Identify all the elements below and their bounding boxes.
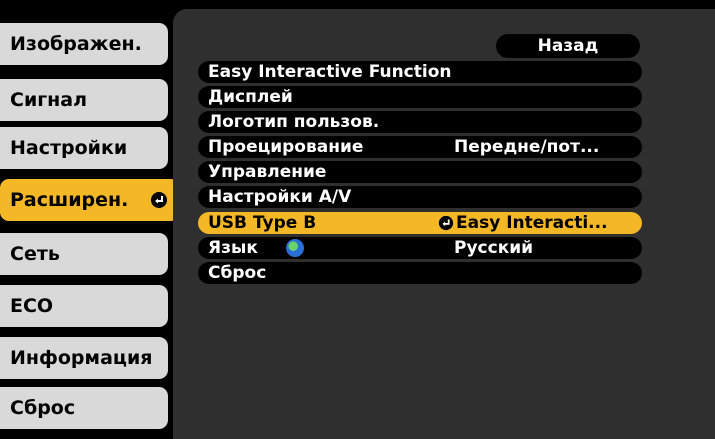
menu-item-label: Сброс — [208, 263, 267, 283]
back-button[interactable]: Назад — [496, 34, 640, 58]
tab-image[interactable]: Изображен. — [0, 23, 168, 65]
tab-label: Изображен. — [10, 33, 142, 55]
tab-reset[interactable]: Сброс — [0, 387, 168, 429]
menu-item-value: Передне/пот... — [454, 137, 600, 157]
menu-item-label: USB Type B — [208, 213, 317, 233]
tab-label: Сброс — [10, 397, 76, 419]
menu-item-language[interactable]: Язык Русский — [198, 237, 642, 259]
menu-item-user-logo[interactable]: Логотип пользов. — [198, 111, 642, 133]
tab-label: Сеть — [10, 243, 60, 265]
menu-item-reset[interactable]: Сброс — [198, 262, 642, 284]
tab-label: Расширен. — [10, 189, 129, 211]
tab-extended[interactable]: Расширен. — [0, 179, 180, 221]
menu-item-label: Логотип пользов. — [208, 112, 380, 132]
menu-item-label: Настройки A/V — [208, 187, 352, 207]
menu-item-display[interactable]: Дисплей — [198, 86, 642, 108]
tab-eco[interactable]: ECO — [0, 285, 168, 327]
menu-item-label: Дисплей — [208, 87, 293, 107]
tab-label: Информация — [10, 347, 153, 369]
menu-item-label: Проецирование — [208, 137, 364, 157]
menu-item-usb-type-b[interactable]: USB Type B Easy Interacti... — [198, 212, 642, 234]
menu-item-av-settings[interactable]: Настройки A/V — [198, 186, 642, 208]
menu-item-label: Язык — [208, 238, 258, 258]
menu-item-projection[interactable]: Проецирование Передне/пот... — [198, 136, 642, 158]
tab-network[interactable]: Сеть — [0, 233, 168, 275]
tab-label: ECO — [10, 295, 54, 317]
menu-item-value: Easy Interacti... — [456, 213, 608, 233]
globe-icon — [286, 239, 304, 257]
enter-icon — [438, 215, 454, 231]
menu-item-value: Русский — [454, 238, 534, 258]
tab-info[interactable]: Информация — [0, 337, 168, 379]
tab-signal[interactable]: Сигнал — [0, 79, 168, 121]
enter-icon — [150, 191, 168, 209]
menu-item-label: Easy Interactive Function — [208, 62, 452, 82]
tab-label: Сигнал — [10, 89, 88, 111]
menu-item-operation[interactable]: Управление — [198, 161, 642, 183]
menu-item-easy-interactive[interactable]: Easy Interactive Function — [198, 61, 642, 83]
tab-settings[interactable]: Настройки — [0, 127, 168, 169]
menu-item-label: Управление — [208, 162, 327, 182]
tab-label: Настройки — [10, 137, 128, 159]
